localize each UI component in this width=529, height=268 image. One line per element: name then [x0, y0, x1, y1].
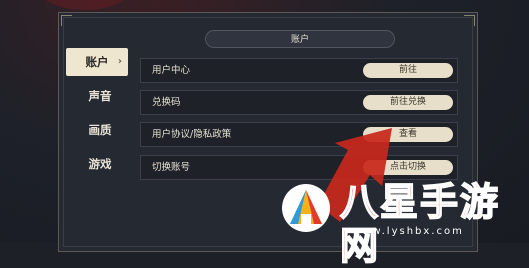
watermark-title: 八星手游网 [339, 179, 501, 268]
logo-icon [290, 190, 322, 224]
watermark-url: www.lyshbx.com [352, 226, 464, 237]
site-watermark: 八星手游网 www.lyshbx.com [272, 178, 529, 268]
watermark-logo [282, 184, 330, 232]
